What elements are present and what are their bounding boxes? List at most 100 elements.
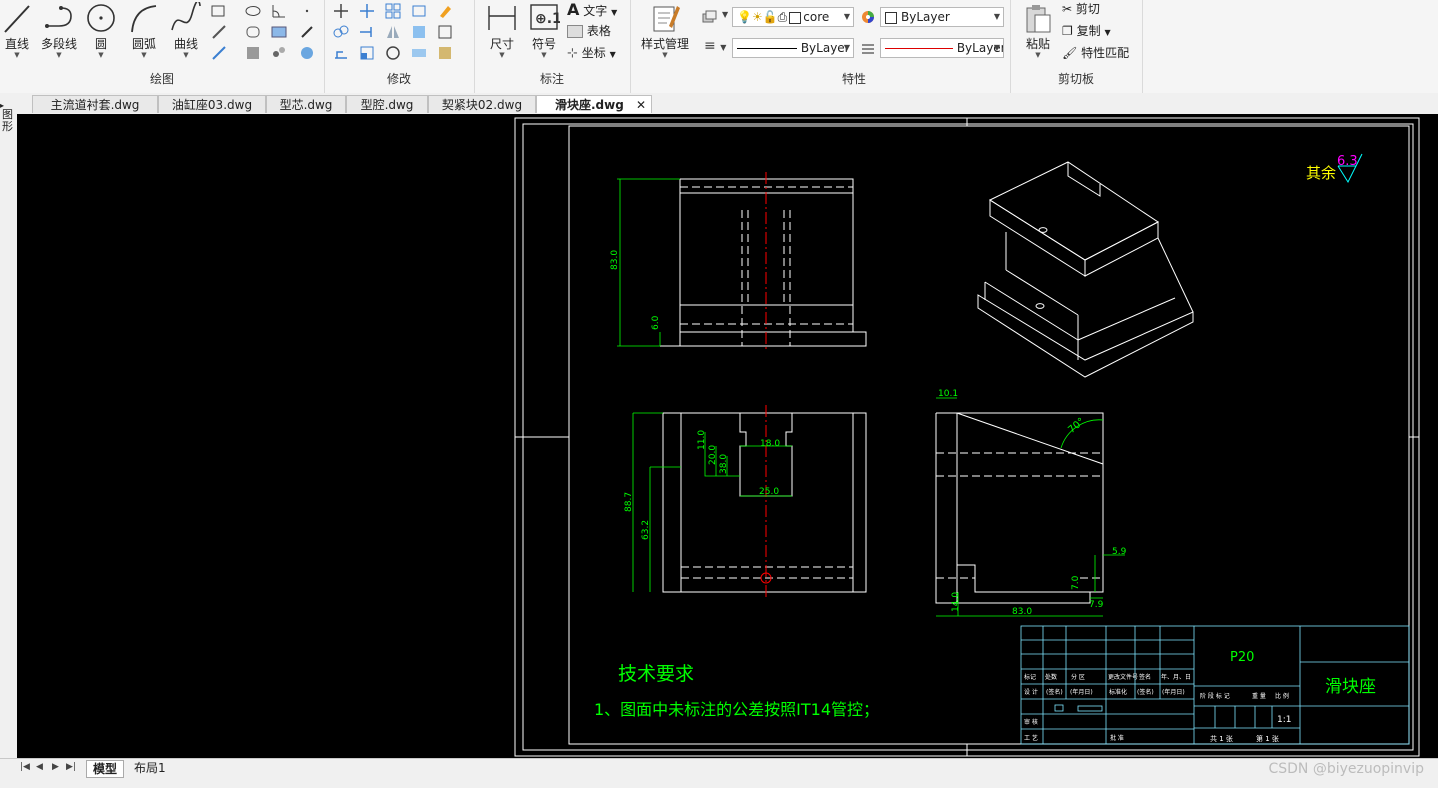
line-button[interactable]: 直线 ▼ (0, 2, 34, 59)
explode-tool[interactable] (436, 23, 454, 41)
rectangle-icon (211, 5, 225, 17)
paste-label: 粘贴 (1025, 37, 1050, 51)
color-wheel-tool[interactable] (859, 8, 877, 26)
modify-panel-title: 修改 (386, 72, 411, 86)
printer-icon: ⎙ (777, 10, 788, 24)
next-layout-button[interactable]: ▶ (52, 762, 59, 772)
drawing-svg: 其余 6.3 83.0 6.0 11.0 20.0 18.0 38.0 25.0… (514, 117, 1420, 757)
layout-tab-bar: |◀ ◀ ▶ ▶| 模型 布局1 (0, 758, 1438, 788)
layer-select[interactable]: 💡☀🔓⎙ core ▼ (732, 7, 854, 27)
tab-slider-seat[interactable]: 滑块座.dwg ✕ (536, 95, 652, 113)
boundary-tool[interactable] (298, 44, 316, 62)
dim-section-11: 11.0 (697, 430, 707, 450)
pen-tool[interactable] (298, 23, 316, 41)
sun-icon: ☀ (751, 10, 763, 24)
tab-cylinder-seat[interactable]: 油缸座03.dwg (158, 95, 266, 113)
scale-tool[interactable] (358, 44, 376, 62)
close-icon[interactable]: ✕ (636, 96, 646, 114)
stretch-tool[interactable] (332, 44, 350, 62)
dim-side-79: 7.9 (1089, 600, 1104, 610)
isometric-view (977, 161, 1194, 378)
lineweight-tool[interactable] (859, 39, 877, 57)
style-manager-button[interactable]: 样式管理 ▼ (634, 2, 696, 59)
layer-color-swatch (789, 11, 802, 24)
spline-button[interactable]: 曲线 ▼ (168, 2, 204, 59)
symbol-button[interactable]: ⊕.1 符号 ▼ (526, 2, 562, 59)
tab-main-runner[interactable]: 主流道衬套.dwg (32, 95, 158, 113)
array-tool[interactable] (384, 2, 402, 20)
text-label: 文字 (583, 4, 608, 18)
ray-tool[interactable] (210, 44, 228, 62)
paste-button[interactable]: 粘贴 ▼ (1018, 2, 1058, 59)
trim-tool[interactable] (358, 2, 376, 20)
join-tool[interactable] (410, 44, 428, 62)
fillet-tool[interactable] (410, 23, 428, 41)
circle-button[interactable]: 圆 ▼ (84, 2, 118, 59)
tb-label-standard-date: (年月日) (1162, 688, 1185, 696)
region-icon (246, 26, 260, 38)
title-block-sheet-total: 共 1 张 (1210, 734, 1233, 743)
cut-button[interactable]: ✂ 剪切 (1062, 0, 1100, 17)
copy-button[interactable]: ❐ 复制 ▼ (1062, 22, 1111, 39)
layer-tool-dropdown[interactable]: ▼ (722, 10, 728, 19)
tab-core[interactable]: 型芯.dwg (266, 95, 346, 113)
arc-label: 圆弧 (131, 37, 156, 51)
color-select[interactable]: ByLayer ▼ (880, 7, 1004, 27)
prev-layout-button[interactable]: ◀ (36, 762, 43, 772)
tb-label-design: 设 计 (1024, 688, 1038, 696)
tech-requirements-title: 技术要求 (618, 663, 694, 685)
rectangle-tool[interactable] (210, 2, 228, 20)
dim-section-632: 63.2 (641, 520, 651, 540)
tb-label-approve: 批 准 (1110, 734, 1124, 742)
linetype-select[interactable]: ByLayer ▼ (732, 38, 854, 58)
offset-tool[interactable] (410, 2, 428, 20)
drawing-canvas[interactable]: 其余 6.3 83.0 6.0 11.0 20.0 18.0 38.0 25.0… (17, 114, 1438, 758)
lineweight-preview (885, 48, 953, 49)
table-draw-tool[interactable] (270, 23, 288, 41)
extend-tool[interactable] (358, 23, 376, 41)
move-tool[interactable] (332, 2, 350, 20)
match-properties-button[interactable]: 🖌 特性匹配 (1062, 44, 1129, 61)
dim-section-20: 20.0 (708, 445, 718, 465)
tb-label-ratio: 比 例 (1275, 692, 1289, 700)
side-panel-label[interactable]: 图形 (2, 109, 14, 133)
boundary-icon (301, 47, 313, 59)
tab-layout1[interactable]: 布局1 (128, 760, 172, 776)
point-tool[interactable] (298, 2, 316, 20)
linetype-tool[interactable]: ≡ ▼ (704, 38, 726, 54)
tab-cavity[interactable]: 型腔.dwg (346, 95, 428, 113)
edit-tool[interactable] (436, 44, 454, 62)
dim-side-830: 83.0 (1012, 607, 1032, 617)
match-layer-tool[interactable] (700, 9, 718, 27)
dim-side-140: 14.0 (951, 592, 961, 612)
rotate-tool[interactable] (384, 44, 402, 62)
tab-wedge-block[interactable]: 契紧块02.dwg (428, 95, 536, 113)
xline-tool[interactable] (210, 23, 228, 41)
text-button[interactable]: A 文字 ▼ (567, 0, 617, 19)
xline-icon (212, 25, 226, 39)
rotate-icon (386, 46, 400, 60)
lineweight-select[interactable]: ByLayer ▼ (880, 38, 1004, 58)
ellipse-tool[interactable] (244, 2, 262, 20)
gradient-tool[interactable] (270, 44, 288, 62)
arc-button[interactable]: 圆弧 ▼ (126, 2, 162, 59)
angle-icon (272, 5, 285, 18)
dim-section-38: 38.0 (719, 454, 729, 474)
hatch-tool[interactable] (244, 44, 262, 62)
tab-model[interactable]: 模型 (86, 760, 125, 778)
highlighter-tool[interactable] (436, 2, 454, 20)
clipboard-panel: 粘贴 ▼ ✂ 剪切 ❐ 复制 ▼ 🖌 特性匹配 剪切板 (1010, 0, 1143, 93)
coordinate-button[interactable]: ⊹ 坐标 ▼ (567, 44, 616, 61)
table-button[interactable]: 表格 (567, 22, 611, 39)
last-layout-button[interactable]: ▶| (66, 762, 76, 772)
polyline-button[interactable]: 多段线 ▼ (38, 2, 80, 59)
region-tool[interactable] (244, 23, 262, 41)
copy-label: 复制 (1076, 24, 1101, 38)
mirror-tool[interactable] (384, 23, 402, 41)
copy-object-tool[interactable] (332, 23, 350, 41)
first-layout-button[interactable]: |◀ (20, 762, 30, 772)
angle-tool[interactable] (270, 2, 288, 20)
color-select-value: ByLayer (901, 10, 950, 24)
svg-text:⊕.1: ⊕.1 (535, 11, 560, 27)
dimension-button[interactable]: 尺寸 ▼ (482, 2, 522, 59)
